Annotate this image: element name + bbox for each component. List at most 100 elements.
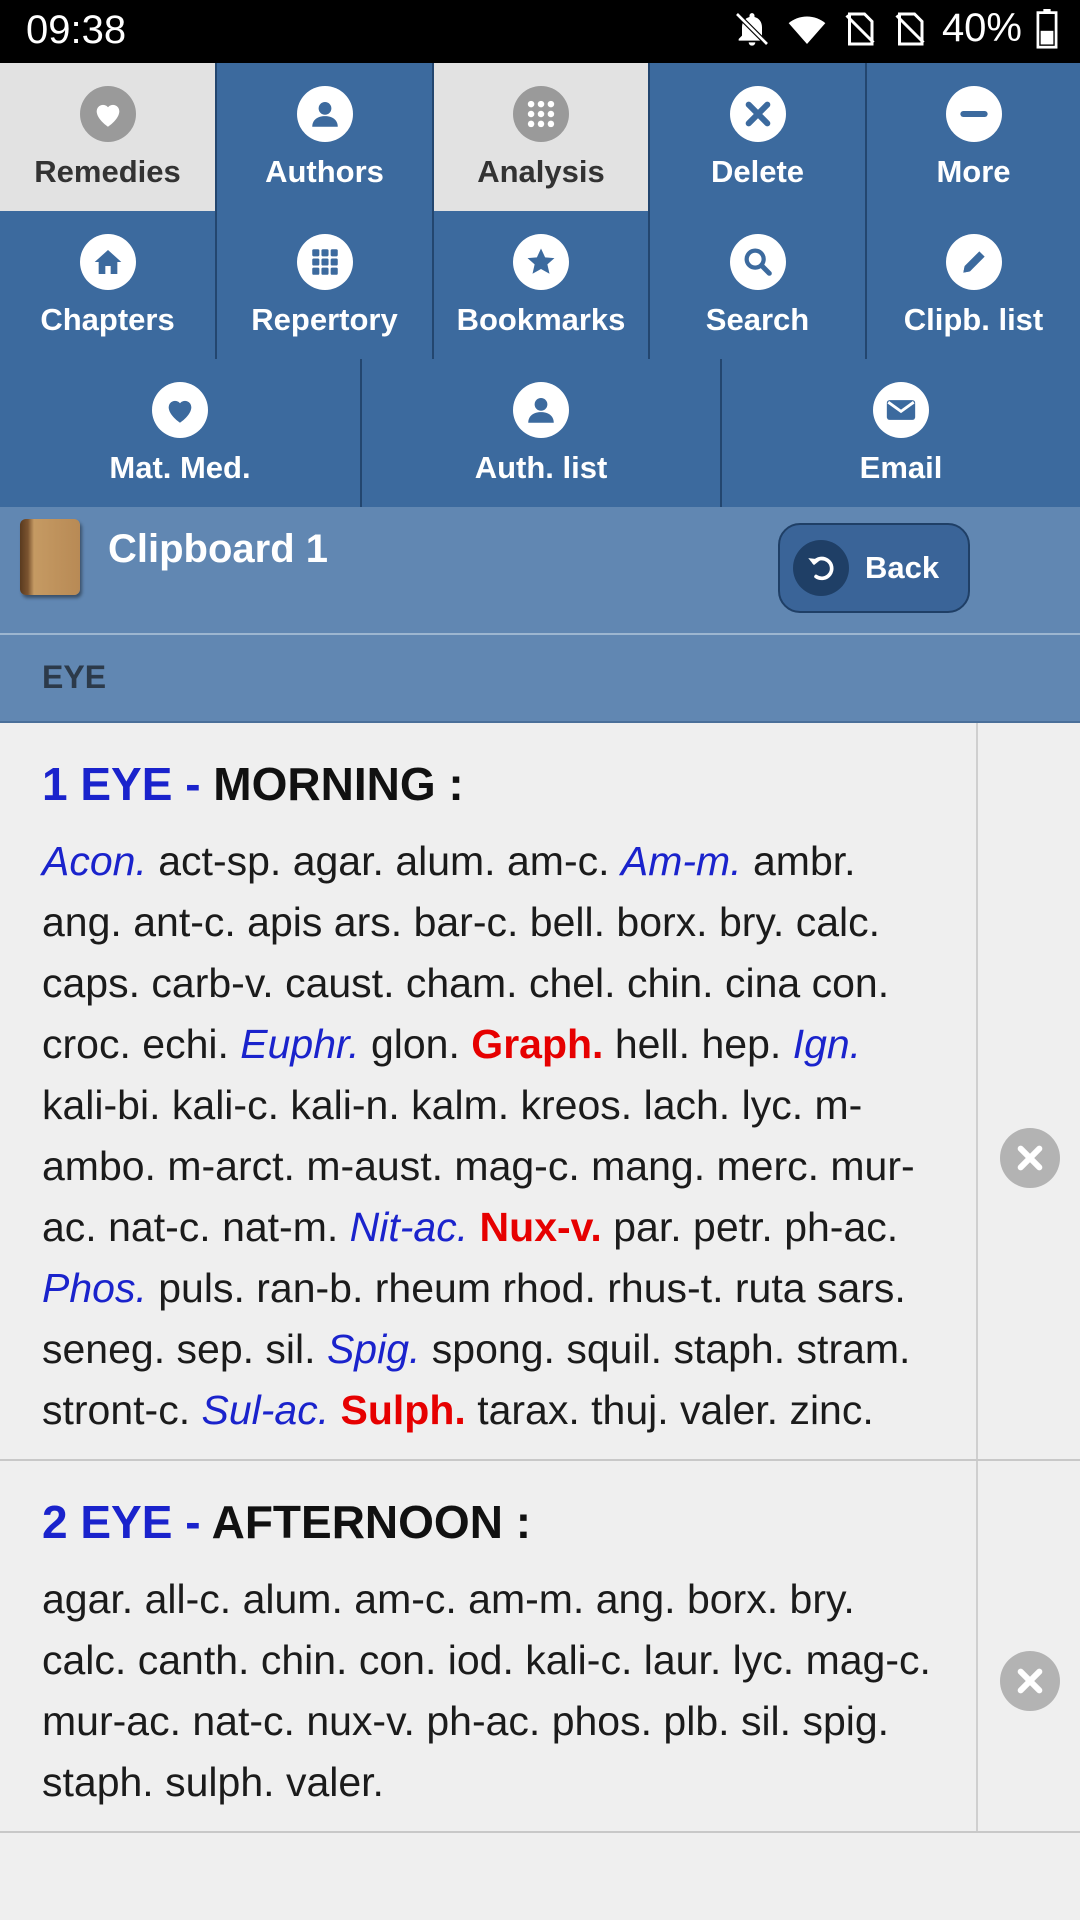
remedy-abbrev[interactable]: rhus-t. <box>607 1265 723 1311</box>
remedy-abbrev[interactable]: sil. <box>741 1698 791 1744</box>
remedy-abbrev[interactable]: croc. <box>42 1021 131 1067</box>
remedy-abbrev[interactable]: cina <box>725 960 800 1006</box>
back-button[interactable]: Back <box>778 523 970 613</box>
remedy-abbrev[interactable]: mur-ac. <box>42 1698 181 1744</box>
remedy-abbrev[interactable]: am-c. <box>354 1576 457 1622</box>
remedy-abbrev[interactable]: agar. <box>42 1576 133 1622</box>
remedy-abbrev[interactable]: ruta <box>735 1265 806 1311</box>
remedy-abbrev[interactable]: nat-m. <box>222 1204 338 1250</box>
remedy-abbrev[interactable]: sars. <box>817 1265 906 1311</box>
remedy-abbrev[interactable]: bry. <box>790 1576 855 1622</box>
remedy-abbrev[interactable]: staph. <box>42 1759 154 1805</box>
remedy-abbrev[interactable]: Nux-v. <box>480 1204 602 1250</box>
remedy-abbrev[interactable]: chin. <box>627 960 714 1006</box>
remedy-abbrev[interactable]: kali-n. <box>290 1082 399 1128</box>
remedy-abbrev[interactable]: Graph. <box>471 1021 603 1067</box>
remedy-abbrev[interactable]: lyc. <box>733 1637 795 1683</box>
remedy-abbrev[interactable]: ang. <box>42 899 122 945</box>
remedy-abbrev[interactable]: sulph. <box>165 1759 274 1805</box>
remedy-abbrev[interactable]: ph-ac. <box>426 1698 540 1744</box>
remedy-abbrev[interactable]: agar. <box>293 838 384 884</box>
remedy-abbrev[interactable]: am-m. <box>468 1576 584 1622</box>
remedy-abbrev[interactable]: sep. <box>177 1326 255 1372</box>
remedy-abbrev[interactable]: laur. <box>644 1637 722 1683</box>
remedy-abbrev[interactable]: borx. <box>687 1576 778 1622</box>
remedy-abbrev[interactable]: m-arct. <box>167 1143 295 1189</box>
remedy-abbrev[interactable]: ant-c. <box>133 899 236 945</box>
remedy-abbrev[interactable]: zinc. <box>789 1387 873 1433</box>
remedy-abbrev[interactable]: Nit-ac. <box>350 1204 468 1250</box>
remedy-abbrev[interactable]: lyc. <box>742 1082 804 1128</box>
remedy-abbrev[interactable]: spong. <box>432 1326 555 1372</box>
remedy-abbrev[interactable]: con. <box>812 960 890 1006</box>
remedy-abbrev[interactable]: bell. <box>530 899 605 945</box>
remedy-abbrev[interactable]: mang. <box>591 1143 705 1189</box>
remedy-abbrev[interactable]: calc. <box>42 1637 126 1683</box>
remedy-abbrev[interactable]: mag-c. <box>806 1637 931 1683</box>
remedy-abbrev[interactable]: puls. <box>158 1265 245 1311</box>
remedy-abbrev[interactable]: act-sp. <box>158 838 281 884</box>
remedy-abbrev[interactable]: lach. <box>644 1082 731 1128</box>
remedy-abbrev[interactable]: ran-b. <box>256 1265 363 1311</box>
remedy-abbrev[interactable]: petr. <box>693 1204 773 1250</box>
remedy-abbrev[interactable]: kali-c. <box>525 1637 632 1683</box>
delete-rubric-button[interactable] <box>1000 1128 1060 1188</box>
remedy-abbrev[interactable]: all-c. <box>145 1576 232 1622</box>
search-button[interactable]: Search <box>650 211 867 359</box>
remedy-abbrev[interactable]: alum. <box>395 838 495 884</box>
remedy-abbrev[interactable]: caust. <box>285 960 394 1006</box>
remedy-abbrev[interactable]: tarax. <box>477 1387 580 1433</box>
delete-button[interactable]: Delete <box>650 63 867 211</box>
repertory-button[interactable]: Repertory <box>217 211 434 359</box>
remedy-abbrev[interactable]: valer. <box>286 1759 384 1805</box>
remedy-abbrev[interactable]: kali-bi. <box>42 1082 160 1128</box>
authors-list-button[interactable]: Auth. list <box>362 359 722 507</box>
remedy-abbrev[interactable]: Spig. <box>327 1326 420 1372</box>
remedy-abbrev[interactable]: plb. <box>663 1698 729 1744</box>
remedy-abbrev[interactable]: Am-m. <box>621 838 742 884</box>
remedy-abbrev[interactable]: cham. <box>406 960 518 1006</box>
remedy-abbrev[interactable]: ars. <box>334 899 402 945</box>
remedy-abbrev[interactable]: staph. <box>673 1326 785 1372</box>
remedy-abbrev[interactable]: stront-c. <box>42 1387 190 1433</box>
remedy-abbrev[interactable]: calc. <box>796 899 880 945</box>
remedy-abbrev[interactable]: m-aust. <box>306 1143 443 1189</box>
remedy-abbrev[interactable]: bry. <box>719 899 784 945</box>
rubric-content[interactable]: 1 EYE - MORNING : Acon. act-sp. agar. al… <box>0 723 978 1459</box>
remedy-abbrev[interactable]: rhod. <box>502 1265 595 1311</box>
remedy-abbrev[interactable]: alum. <box>243 1576 343 1622</box>
remedy-abbrev[interactable]: mag-c. <box>454 1143 579 1189</box>
remedy-abbrev[interactable]: nux-v. <box>306 1698 415 1744</box>
remedy-abbrev[interactable]: Euphr. <box>240 1021 359 1067</box>
remedy-abbrev[interactable]: phos. <box>552 1698 652 1744</box>
remedy-abbrev[interactable]: glon. <box>371 1021 460 1067</box>
remedy-abbrev[interactable]: hell. <box>615 1021 690 1067</box>
remedy-abbrev[interactable]: Acon. <box>42 838 147 884</box>
remedy-abbrev[interactable]: spig. <box>802 1698 889 1744</box>
bookmarks-button[interactable]: Bookmarks <box>434 211 650 359</box>
remedy-abbrev[interactable]: carb-v. <box>151 960 273 1006</box>
remedy-abbrev[interactable]: hep. <box>701 1021 781 1067</box>
remedies-button[interactable]: Remedies <box>0 63 217 211</box>
remedy-abbrev[interactable]: caps. <box>42 960 140 1006</box>
remedy-abbrev[interactable]: kali-c. <box>172 1082 279 1128</box>
remedy-abbrev[interactable]: ang. <box>596 1576 676 1622</box>
remedy-abbrev[interactable]: echi. <box>142 1021 229 1067</box>
remedy-abbrev[interactable]: chel. <box>529 960 616 1006</box>
remedy-abbrev[interactable]: Sul-ac. <box>202 1387 330 1433</box>
remedy-abbrev[interactable]: thuj. <box>591 1387 669 1433</box>
remedy-abbrev[interactable]: stram. <box>797 1326 911 1372</box>
remedy-abbrev[interactable]: sil. <box>265 1326 315 1372</box>
remedy-abbrev[interactable]: kalm. <box>411 1082 509 1128</box>
remedy-abbrev[interactable]: nat-c. <box>108 1204 211 1250</box>
remedy-abbrev[interactable]: seneg. <box>42 1326 165 1372</box>
remedy-abbrev[interactable]: nat-c. <box>192 1698 295 1744</box>
more-button[interactable]: More <box>867 63 1080 211</box>
remedy-abbrev[interactable]: canth. <box>138 1637 250 1683</box>
delete-rubric-button[interactable] <box>1000 1651 1060 1711</box>
remedy-abbrev[interactable]: Sulph. <box>341 1387 466 1433</box>
remedy-abbrev[interactable]: par. <box>613 1204 681 1250</box>
remedy-abbrev[interactable]: iod. <box>448 1637 514 1683</box>
remedy-abbrev[interactable]: apis <box>247 899 322 945</box>
remedy-abbrev[interactable]: con. <box>359 1637 437 1683</box>
